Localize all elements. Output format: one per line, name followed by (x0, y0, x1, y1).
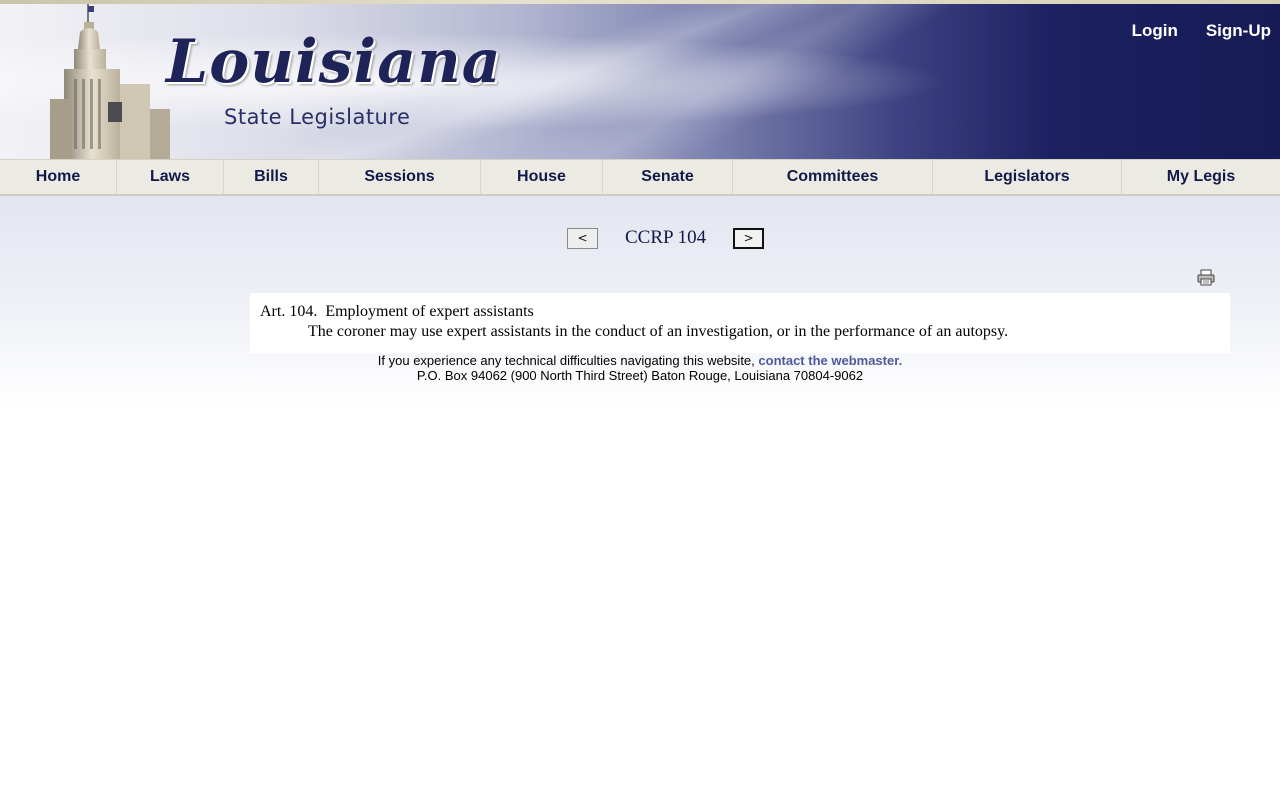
print-icon[interactable] (1197, 269, 1215, 286)
next-button[interactable]: > (733, 227, 765, 249)
signup-link[interactable]: Sign-Up (1206, 21, 1271, 41)
document-title: CCRP 104 (625, 227, 707, 248)
login-link[interactable]: Login (1132, 21, 1178, 41)
nav-item-committees[interactable]: Committees (733, 160, 933, 194)
footer-help-text: If you experience any technical difficul… (377, 353, 755, 368)
footer-help-line: If you experience any technical difficul… (0, 353, 1280, 368)
document-pager: < CCRP 104 > (567, 227, 765, 249)
nav-item-house[interactable]: House (481, 160, 603, 194)
nav-item-bills[interactable]: Bills (224, 160, 319, 194)
document-panel: Art. 104. Employment of expert assistant… (250, 293, 1230, 353)
capitol-building-image (50, 4, 170, 159)
nav-item-sessions[interactable]: Sessions (319, 160, 481, 194)
contact-webmaster-link[interactable]: contact the webmaster. (758, 353, 902, 368)
nav-item-legislators[interactable]: Legislators (933, 160, 1122, 194)
article-heading: Art. 104. Employment of expert assistant… (260, 303, 534, 320)
nav-item-my-legis[interactable]: My Legis (1122, 160, 1280, 194)
auth-links: Login Sign-Up (1132, 21, 1271, 41)
article-body: The coroner may use expert assistants in… (308, 323, 1009, 340)
logo-subtitle: State Legislature (224, 105, 411, 129)
footer: If you experience any technical difficul… (0, 353, 1280, 383)
nav-item-senate[interactable]: Senate (603, 160, 733, 194)
nav-item-laws[interactable]: Laws (117, 160, 224, 194)
footer-address: P.O. Box 94062 (900 North Third Street) … (416, 368, 864, 383)
header-banner: Louisiana State Legislature Login Sign-U… (0, 4, 1280, 159)
logo-title: Louisiana (166, 27, 502, 97)
main-navigation: Home Laws Bills Sessions House Senate Co… (0, 159, 1280, 196)
previous-button[interactable]: < (567, 227, 598, 249)
nav-item-home[interactable]: Home (0, 160, 117, 194)
